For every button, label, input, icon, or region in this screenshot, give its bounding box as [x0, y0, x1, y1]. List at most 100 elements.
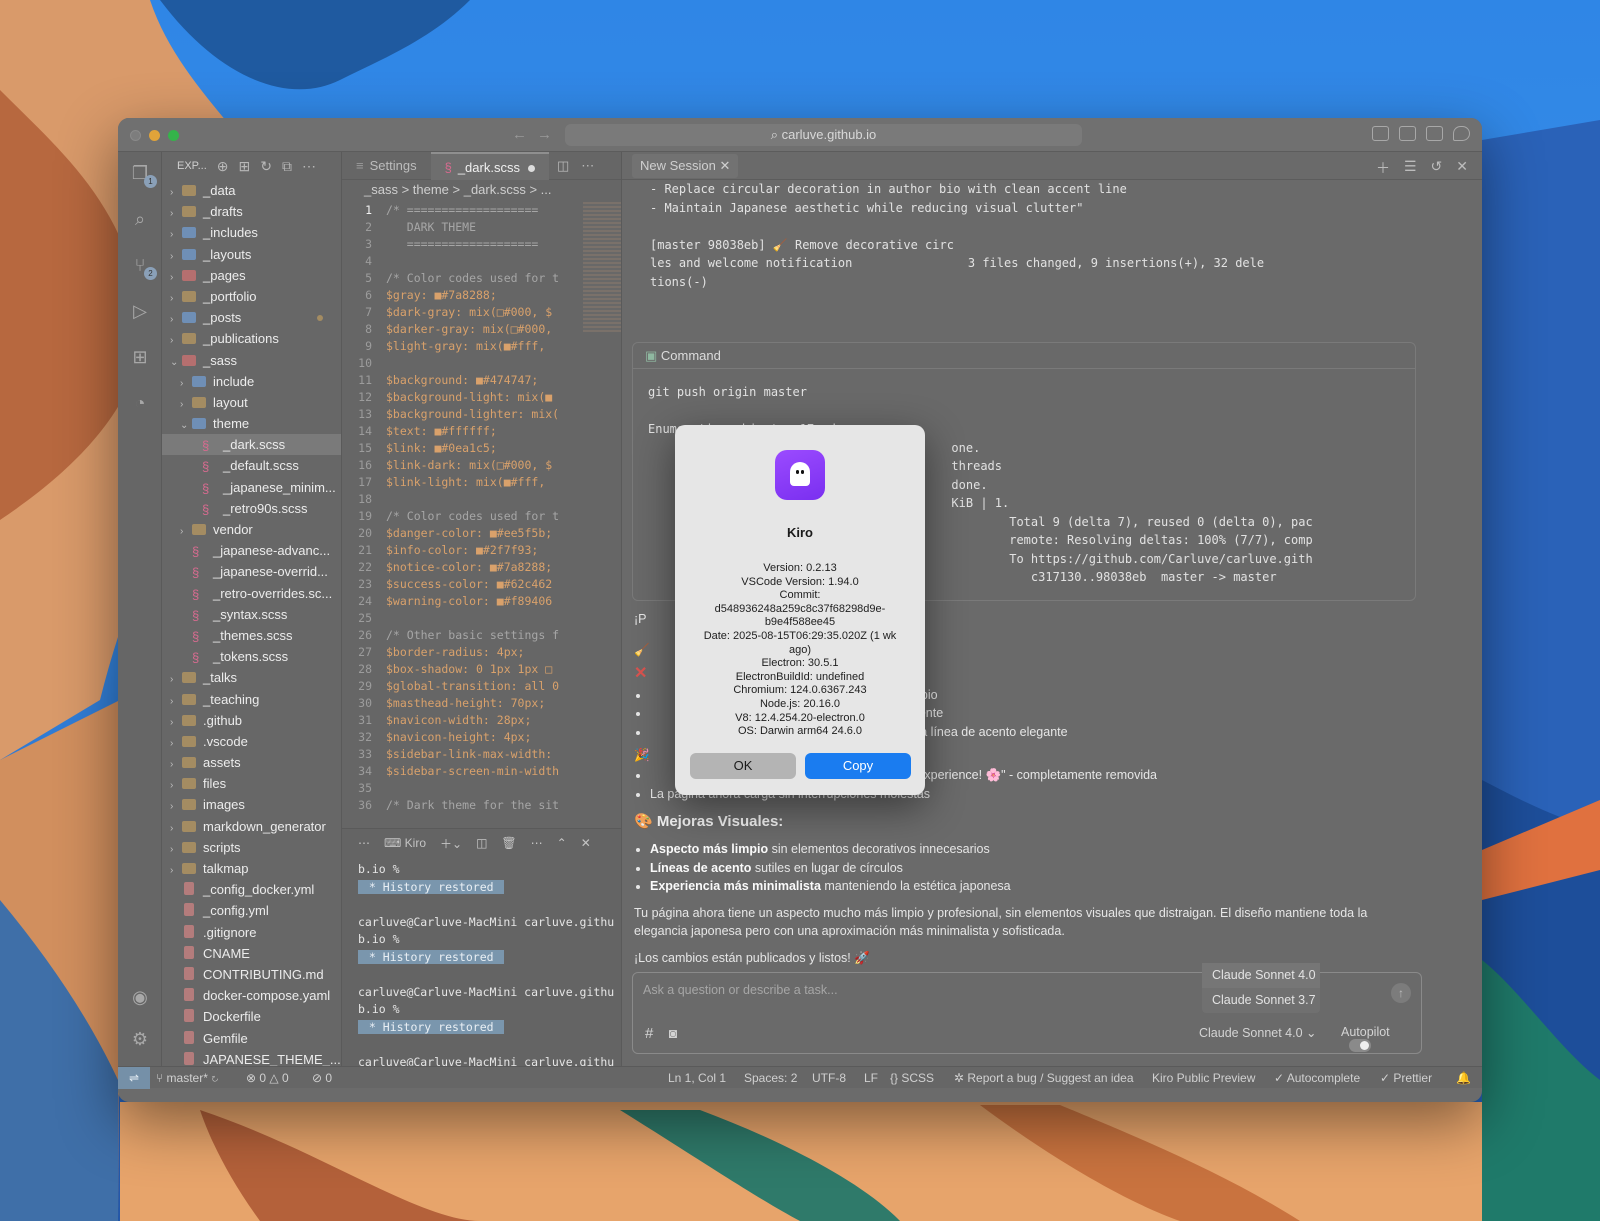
- toggle-sidebar-icon[interactable]: [1399, 126, 1416, 141]
- file-item[interactable]: § _dark.scss: [162, 434, 341, 456]
- file-item[interactable]: _config_docker.yml: [162, 879, 341, 900]
- model-selector[interactable]: Claude Sonnet 4.0 ⌄: [1199, 1025, 1317, 1040]
- new-session-icon[interactable]: ＋: [1376, 158, 1390, 178]
- autopilot-toggle[interactable]: Autopilot: [1341, 1025, 1411, 1053]
- file-item[interactable]: § _default.scss: [162, 455, 341, 476]
- encoding[interactable]: UTF-8: [812, 1067, 846, 1089]
- window-minimize-button[interactable]: [149, 130, 160, 141]
- close-panel-icon[interactable]: ✕: [581, 836, 591, 850]
- folder-item[interactable]: › talkmap: [162, 858, 341, 879]
- file-item[interactable]: _config.yml: [162, 900, 341, 921]
- search-icon[interactable]: ⌕: [129, 208, 151, 230]
- folder-item[interactable]: › _teaching: [162, 689, 341, 710]
- kiro-ghost-icon[interactable]: ◔: [129, 392, 151, 414]
- folder-item[interactable]: › _portfolio: [162, 286, 341, 307]
- panel-more-icon[interactable]: ⋯: [358, 836, 370, 850]
- settings-gear-icon[interactable]: ⚙: [129, 1028, 151, 1050]
- toggle-switch[interactable]: [1349, 1039, 1371, 1052]
- new-folder-icon[interactable]: ⊞: [239, 158, 251, 175]
- folder-item[interactable]: › _publications: [162, 328, 341, 349]
- breadcrumb[interactable]: _sass > theme > _dark.scss > ...: [342, 180, 621, 200]
- folder-item[interactable]: › .github: [162, 710, 341, 731]
- folder-item[interactable]: › vendor: [162, 519, 341, 540]
- folder-item[interactable]: › assets: [162, 752, 341, 773]
- folder-item[interactable]: › scripts: [162, 837, 341, 858]
- chat-input-box[interactable]: Ask a question or describe a task... Cla…: [632, 963, 1422, 1054]
- ports-indicator[interactable]: ⊘ 0: [312, 1067, 332, 1089]
- file-item[interactable]: § _japanese-advanc...: [162, 540, 341, 561]
- model-option[interactable]: Claude Sonnet 3.7: [1202, 988, 1320, 1013]
- folder-item[interactable]: › images: [162, 794, 341, 815]
- file-item[interactable]: Dockerfile: [162, 1006, 341, 1027]
- split-editor-icon[interactable]: ◫: [557, 158, 569, 174]
- customize-layout-icon[interactable]: [1372, 126, 1389, 141]
- history-icon[interactable]: ↺: [1431, 158, 1443, 178]
- folder-item[interactable]: › _posts: [162, 307, 341, 328]
- file-item[interactable]: § _syntax.scss: [162, 604, 341, 625]
- prettier-status[interactable]: ✓ Prettier: [1380, 1067, 1432, 1089]
- sync-icon[interactable]: ↻: [211, 1071, 218, 1085]
- run-debug-icon[interactable]: ▷: [129, 300, 151, 322]
- copy-button[interactable]: Copy: [805, 753, 911, 779]
- new-terminal-icon[interactable]: ＋⌄: [440, 835, 462, 852]
- terminal-output[interactable]: b.io % * History restored carluve@Carluv…: [342, 857, 621, 1066]
- file-item[interactable]: § _retro-overrides.sc...: [162, 583, 341, 604]
- image-attach-icon[interactable]: ◙: [669, 1025, 677, 1041]
- code-area[interactable]: 1/* =================== 2 DARK THEME 3 ===…: [342, 202, 621, 814]
- forward-arrow-icon[interactable]: →: [537, 126, 562, 143]
- notifications-bell-icon[interactable]: 🔔: [1456, 1067, 1471, 1089]
- tab-dark-scss[interactable]: § _dark.scss: [430, 152, 549, 180]
- new-file-icon[interactable]: ⊕: [217, 158, 229, 175]
- explorer-icon[interactable]: ❐ 1: [129, 162, 157, 188]
- maximize-panel-icon[interactable]: ⌃: [557, 836, 567, 850]
- accounts-icon[interactable]: ◉: [129, 986, 151, 1008]
- folder-item[interactable]: › include: [162, 371, 341, 392]
- file-item[interactable]: § _themes.scss: [162, 625, 341, 646]
- file-item[interactable]: Gemfile: [162, 1028, 341, 1049]
- close-chat-icon[interactable]: ✕: [1456, 158, 1468, 178]
- minimap[interactable]: [583, 202, 621, 332]
- git-branch[interactable]: ⑂ master* ↻: [156, 1067, 218, 1089]
- refresh-icon[interactable]: ↻: [260, 158, 272, 175]
- autocomplete-status[interactable]: ✓ Autocomplete: [1274, 1067, 1360, 1089]
- folder-item[interactable]: › _layouts: [162, 244, 341, 265]
- kill-terminal-icon[interactable]: 🗑: [501, 836, 516, 850]
- window-maximize-button[interactable]: [168, 130, 179, 141]
- unsaved-dot-icon[interactable]: [527, 164, 535, 172]
- indentation[interactable]: Spaces: 2: [744, 1067, 797, 1089]
- file-item[interactable]: .gitignore: [162, 922, 341, 943]
- editor-more-icon[interactable]: ⋯: [581, 158, 594, 174]
- folder-item[interactable]: › _drafts: [162, 201, 341, 222]
- split-terminal-icon[interactable]: ◫: [476, 836, 487, 850]
- file-item[interactable]: § _retro90s.scss: [162, 498, 341, 519]
- extensions-icon[interactable]: ⊞: [129, 346, 151, 368]
- file-item[interactable]: § _tokens.scss: [162, 646, 341, 667]
- feedback-link[interactable]: ✲ Report a bug / Suggest an idea: [954, 1067, 1134, 1089]
- folder-item[interactable]: › _talks: [162, 667, 341, 688]
- back-arrow-icon[interactable]: ←: [512, 126, 537, 143]
- send-icon[interactable]: ↑: [1391, 983, 1411, 1003]
- folder-item[interactable]: ⌄ theme: [162, 413, 341, 434]
- file-item[interactable]: JAPANESE_THEME_...: [162, 1049, 341, 1066]
- chat-input-placeholder[interactable]: Ask a question or describe a task...: [643, 983, 838, 997]
- toggle-panel-icon[interactable]: [1426, 126, 1443, 141]
- preview-label[interactable]: Kiro Public Preview: [1152, 1067, 1255, 1089]
- command-center[interactable]: ⌕ carluve.github.io: [565, 124, 1082, 146]
- remote-indicator[interactable]: ⇌: [118, 1067, 150, 1089]
- line-ending[interactable]: LF: [864, 1067, 878, 1089]
- folder-item[interactable]: › _data: [162, 180, 341, 201]
- cursor-position[interactable]: Ln 1, Col 1: [668, 1067, 726, 1089]
- session-list-icon[interactable]: ☰: [1404, 158, 1417, 178]
- model-option[interactable]: Claude Sonnet 4.0: [1202, 963, 1320, 988]
- folder-item[interactable]: › markdown_generator: [162, 816, 341, 837]
- file-item[interactable]: CONTRIBUTING.md: [162, 964, 341, 985]
- file-item[interactable]: § _japanese_minim...: [162, 477, 341, 498]
- more-actions-icon[interactable]: ⋯: [302, 158, 316, 175]
- chat-session-tab[interactable]: New Session ✕: [632, 153, 739, 178]
- terminal-more-icon[interactable]: ⋯: [531, 836, 543, 850]
- close-icon[interactable]: ✕: [720, 158, 731, 173]
- folder-item[interactable]: › _includes: [162, 222, 341, 243]
- window-close-button[interactable]: [130, 130, 141, 141]
- folder-item[interactable]: › _pages: [162, 265, 341, 286]
- problems-indicator[interactable]: ⊗ 0 △ 0: [246, 1067, 289, 1089]
